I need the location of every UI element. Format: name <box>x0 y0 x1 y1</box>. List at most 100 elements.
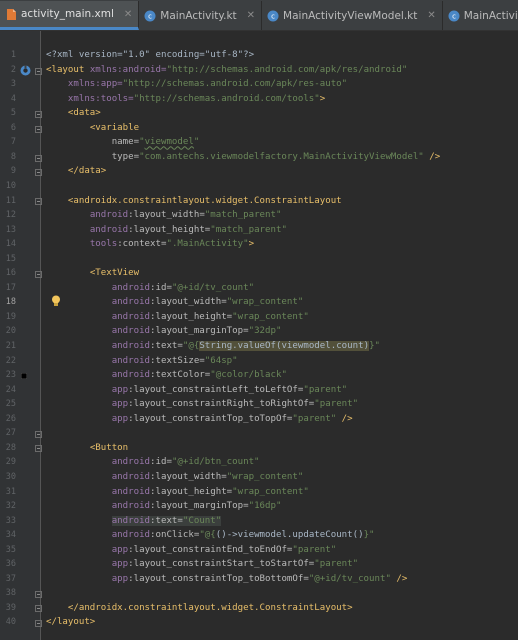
line-number: 8 <box>10 151 16 162</box>
code-line[interactable]: app:layout_constraintStart_toStartOf="pa… <box>46 557 358 572</box>
close-icon[interactable]: ✕ <box>124 9 132 20</box>
xml-value: viewmodel <box>144 137 194 148</box>
xml-attribute: :layout_marginTop= <box>150 501 249 512</box>
tab-mainactivityviewmodelfactory-kt[interactable]: c MainActivityViewModelFactory.kt ✕ <box>443 1 518 30</box>
code-line[interactable]: android:layout_height="wrap_content" <box>46 485 309 500</box>
code-line[interactable]: android:id="@+id/tv_count" <box>46 281 254 296</box>
code-line[interactable]: android:textColor="@color/black" <box>46 368 287 383</box>
xml-tag: <layout <box>46 64 90 75</box>
xml-value: "match_parent" <box>204 210 282 221</box>
xml-value: " <box>193 137 200 148</box>
line-number: 13 <box>5 224 16 235</box>
xml-attribute: :context= <box>117 239 167 250</box>
fold-marker-icon[interactable] <box>35 445 42 452</box>
code-line[interactable]: <Button <box>46 441 128 456</box>
line-number: 16 <box>5 268 16 279</box>
code-line[interactable]: </data> <box>46 164 106 179</box>
tab-label: MainActivity.kt <box>160 9 237 22</box>
xml-value: "@+id/tv_count" <box>171 282 255 293</box>
code-line[interactable]: name="viewmodel" <box>46 135 200 150</box>
xml-tag: </data> <box>67 166 107 177</box>
code-line[interactable]: <?xml version="1.0" encoding="utf-8"?> <box>46 48 254 63</box>
code-line[interactable]: <variable <box>46 121 139 136</box>
code-line[interactable]: android:text="@{String.valueOf(viewmodel… <box>46 339 380 354</box>
xml-tag-end: > <box>319 93 326 104</box>
fold-marker-icon[interactable] <box>35 198 42 205</box>
line-number: 21 <box>5 341 16 351</box>
xml-attribute: :layout_constraintLeft_toLeftOf= <box>128 384 304 395</box>
close-icon[interactable]: ✕ <box>247 10 255 21</box>
code-editor[interactable]: 1 2 3 4 5 6 7 8 9 10 11 12 13 14 15 16 1… <box>0 31 518 640</box>
code-line[interactable]: app:layout_constraintRight_toRightOf="pa… <box>46 397 358 412</box>
xml-attribute: :text= <box>150 341 183 351</box>
line-number: 39 <box>5 602 16 613</box>
fold-marker-icon[interactable] <box>35 169 42 176</box>
color-swatch-icon[interactable] <box>21 373 27 379</box>
code-line[interactable]: android:layout_height="match_parent" <box>46 223 287 238</box>
code-line[interactable]: app:layout_constraintTop_toBottomOf="@+i… <box>46 572 408 587</box>
fold-marker-icon[interactable] <box>35 68 42 75</box>
xml-value: "wrap_content" <box>226 297 304 308</box>
xml-tag: </layout> <box>46 617 96 628</box>
line-number: 20 <box>5 326 16 337</box>
fold-marker-icon[interactable] <box>35 620 42 627</box>
fold-marker-icon[interactable] <box>35 155 42 162</box>
tab-mainactivityviewmodel-kt[interactable]: c MainActivityViewModel.kt ✕ <box>262 1 443 30</box>
fold-marker-icon[interactable] <box>35 591 42 598</box>
xml-namespace: android <box>111 341 151 351</box>
fold-marker-icon[interactable] <box>35 126 42 133</box>
code-line[interactable]: android:layout_height="wrap_content" <box>46 310 309 325</box>
code-line[interactable]: android:layout_width="wrap_content" <box>46 470 304 485</box>
xml-value: "http://schemas.android.com/apk/res-auto… <box>122 79 348 90</box>
xml-namespace: app <box>111 399 129 410</box>
code-line[interactable]: android:id="@+id/btn_count" <box>46 455 260 470</box>
code-line[interactable]: <layout xmlns:android="http://schemas.an… <box>46 63 407 78</box>
xml-namespace: android <box>111 486 151 497</box>
xml-file-icon <box>5 8 17 21</box>
code-line[interactable]: android:layout_marginTop="32dp" <box>46 324 282 339</box>
code-line[interactable]: android:layout_width="wrap_content" <box>46 295 304 310</box>
xml-namespace: android <box>89 224 129 235</box>
kotlin-file-icon: c <box>267 9 279 22</box>
android-layout-icon[interactable] <box>20 65 31 76</box>
xml-value: }" <box>369 341 381 351</box>
code-line[interactable]: type="com.antechs.viewmodelfactory.MainA… <box>46 150 441 165</box>
code-line[interactable]: <TextView <box>46 266 139 281</box>
fold-marker-icon[interactable] <box>35 431 42 438</box>
code-line[interactable]: xmlns:app="http://schemas.android.com/ap… <box>46 77 347 92</box>
code-line[interactable]: <androidx.constraintlayout.widget.Constr… <box>46 194 342 209</box>
xml-tag: <variable <box>89 122 140 133</box>
code-line[interactable]: tools:context=".MainActivity"> <box>46 237 254 252</box>
xml-attribute: :layout_constraintEnd_toEndOf= <box>128 544 293 555</box>
code-line[interactable]: app:layout_constraintLeft_toLeftOf="pare… <box>46 383 347 398</box>
xml-value: "parent" <box>314 399 359 410</box>
xml-value: "http://schemas.android.com/tools" <box>133 93 320 104</box>
code-line[interactable]: android:textSize="64sp" <box>46 354 238 369</box>
xml-namespace: app <box>111 544 129 555</box>
code-line[interactable]: <data> <box>46 106 101 121</box>
xml-namespace: android <box>111 355 151 366</box>
xml-attribute: xmlns:tools= <box>67 93 134 104</box>
code-line[interactable]: </androidx.constraintlayout.widget.Const… <box>46 601 353 616</box>
code-line[interactable]: </layout> <box>46 615 95 630</box>
code-line[interactable]: app:layout_constraintTop_toTopOf="parent… <box>46 412 353 427</box>
fold-marker-icon[interactable] <box>35 111 42 118</box>
code-line[interactable]: android:onClick="@{()->viewmodel.updateC… <box>46 528 375 543</box>
svg-text:c: c <box>452 12 456 20</box>
code-line[interactable]: android:layout_marginTop="16dp" <box>46 499 282 514</box>
line-number: 23 <box>5 370 16 381</box>
xml-value: "32dp" <box>248 326 282 337</box>
fold-marker-icon[interactable] <box>35 605 42 612</box>
code-line[interactable]: android:text="Count" <box>46 514 222 529</box>
tab-activity-main-xml[interactable]: activity_main.xml ✕ <box>0 1 140 30</box>
code-line[interactable]: xmlns:tools="http://schemas.android.com/… <box>46 92 325 107</box>
line-number: 25 <box>5 399 16 410</box>
line-number: 33 <box>5 515 16 526</box>
fold-marker-icon[interactable] <box>35 271 42 278</box>
code-line[interactable]: android:layout_width="match_parent" <box>46 208 282 223</box>
xml-attribute: xmlns:android= <box>89 64 167 75</box>
xml-attribute: :layout_height= <box>128 224 211 235</box>
close-icon[interactable]: ✕ <box>427 10 435 21</box>
code-line[interactable]: app:layout_constraintEnd_toEndOf="parent… <box>46 543 337 558</box>
tab-mainactivity-kt[interactable]: c MainActivity.kt ✕ <box>139 1 263 30</box>
